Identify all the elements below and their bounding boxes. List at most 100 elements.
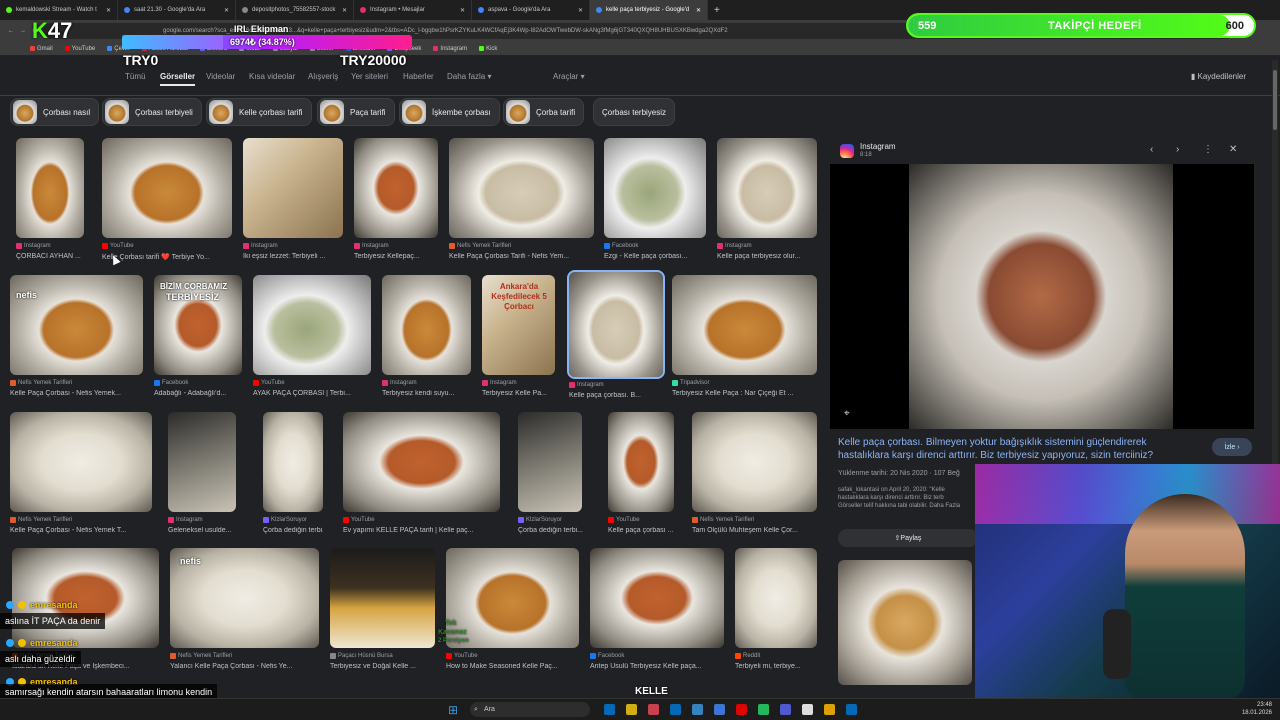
result-thumbnail[interactable] — [590, 548, 724, 648]
back-icon[interactable]: ← — [8, 28, 14, 34]
related-search-chip[interactable]: Çorbası nasıl — [10, 98, 100, 126]
result-thumbnail[interactable] — [354, 138, 438, 238]
tab-close-icon[interactable]: ✕ — [342, 7, 347, 14]
image-result[interactable]: Instagram Terbiyesiz kendi suyu... — [382, 275, 471, 405]
result-thumbnail[interactable] — [672, 275, 817, 375]
result-thumbnail[interactable] — [608, 412, 674, 512]
result-title[interactable]: Antep Usulü Terbiyesiz Kelle paça... — [590, 663, 724, 670]
nav-tab[interactable]: Daha fazla ▾ — [447, 72, 491, 81]
tab-close-icon[interactable]: ✕ — [224, 7, 229, 14]
taskbar-app-icon[interactable] — [626, 704, 637, 715]
result-thumbnail[interactable] — [692, 412, 817, 512]
result-title[interactable]: Adabağlı - Adabağlı'd... — [154, 390, 242, 397]
lens-icon[interactable]: ⌖ — [844, 408, 850, 419]
image-result[interactable]: Reddit Terbiyeli mi, terbiye... — [735, 548, 817, 678]
next-icon[interactable]: › — [1176, 144, 1179, 155]
image-result[interactable]: YouTube Kelle paça çorbası ... — [608, 412, 674, 542]
result-title[interactable]: Yalancı Kelle Paça Çorbası - Nefis Ye... — [170, 663, 339, 670]
scrollbar-thumb[interactable] — [1273, 70, 1277, 130]
result-title[interactable]: Çorba dediğin terbi... — [263, 527, 323, 534]
result-thumbnail[interactable] — [16, 138, 84, 238]
taskbar-app-icon[interactable] — [670, 704, 681, 715]
bookmark-item[interactable]: Gmail — [30, 46, 53, 52]
browser-tab[interactable]: aspava - Google'da Ara ✕ — [472, 0, 590, 20]
result-thumbnail[interactable] — [243, 138, 343, 238]
image-result[interactable]: Nefis Yemek Tarifleri Tam Ölçülü Muhteşem… — [692, 412, 817, 542]
browser-tab[interactable]: Instagram • Mesajlar ✕ — [354, 0, 472, 20]
taskbar-app-icon[interactable] — [714, 704, 725, 715]
image-result[interactable]: YouTube Ev yapımı KELLE PAÇA tarifi | Kel… — [343, 412, 500, 542]
image-result[interactable]: Instagram Terbiyesiz Kellepaç... — [354, 138, 438, 268]
result-title[interactable]: Kelle Paça Çorbası - Nefis Yemek... — [10, 390, 163, 397]
image-result[interactable]: YouTube Kelle Çorbası tarifi ❤️ Terbiye Y… — [102, 138, 232, 268]
nav-tab[interactable]: Videolar — [206, 72, 235, 81]
image-result[interactable]: YouTube How to Make Seasoned Kelle Paç... — [446, 548, 579, 678]
preview-description[interactable]: Kelle paça çorbası. Bilmeyen yoktur bağı… — [838, 436, 1198, 462]
related-search-chip[interactable]: Çorbası terbiyesiz — [593, 98, 676, 126]
nav-tab[interactable]: Kısa videolar — [249, 72, 295, 81]
result-title[interactable]: Terbiyesiz Kellepaç... — [354, 253, 438, 260]
result-title[interactable]: Terbiyesiz Kelle Paça : Nar Çiçeği Et ..… — [672, 390, 817, 397]
result-title[interactable]: Kelle Paça Çorbası - Nefis Yemek T... — [10, 527, 152, 534]
taskbar-app-icon[interactable] — [692, 704, 703, 715]
browser-tab[interactable]: depositphotos_75582557-stock ✕ — [236, 0, 354, 20]
browser-tab[interactable]: kelle paça terbiyesiz - Google'd ✕ — [590, 0, 708, 20]
image-result[interactable]: YouTube AYAK PAÇA ÇORBASI | Terbi... — [253, 275, 371, 405]
related-search-chip[interactable]: Kelle çorbası tarifi — [206, 98, 312, 126]
image-result[interactable]: Nefis Yemek Tarifleri Kelle Paça Çorbası … — [10, 412, 152, 542]
taskbar-app-icon[interactable] — [824, 704, 835, 715]
image-result[interactable]: Nefis Yemek Tarifleri Yalancı Kelle Paça … — [170, 548, 319, 678]
result-thumbnail[interactable] — [10, 412, 152, 512]
related-search-chip[interactable]: Paça tarifi — [317, 98, 395, 126]
result-title[interactable]: Tam Ölçülü Muhteşem Kelle Çor... — [692, 527, 817, 534]
image-result[interactable]: KlzlarSoruyor Çorba dediğin terbi... — [518, 412, 583, 542]
result-title[interactable]: Terbiyesiz Kelle Pa... — [482, 390, 555, 397]
image-result[interactable]: Facebook Ezgi - Kelle paça çorbası... — [604, 138, 706, 268]
result-title[interactable]: Ev yapımı KELLE PAÇA tarifi | Kelle paç.… — [343, 527, 500, 534]
result-title[interactable]: Kelle Çorbası tarifi ❤️ Terbiye Yo... — [102, 253, 252, 261]
previous-icon[interactable]: ‹ — [1150, 144, 1153, 155]
result-thumbnail[interactable] — [604, 138, 706, 238]
browser-tab[interactable]: saat 21.30 - Google'da Ara ✕ — [118, 0, 236, 20]
tab-close-icon[interactable]: ✕ — [696, 7, 701, 14]
bookmark-item[interactable]: Kick — [479, 46, 497, 52]
bookmark-item[interactable]: Instagram — [433, 46, 467, 52]
nav-tab[interactable]: Görseller — [160, 72, 196, 86]
result-thumbnail[interactable] — [263, 412, 323, 512]
image-result[interactable]: Facebook Antep Usulü Terbiyesiz Kelle paç… — [590, 548, 724, 678]
result-title[interactable]: Terbiyesiz kendi suyu... — [382, 390, 471, 397]
system-clock[interactable]: 23:48 18.01.2026 — [1242, 701, 1272, 717]
result-thumbnail[interactable] — [735, 548, 817, 648]
nav-tab[interactable]: Araçlar ▾ — [553, 72, 585, 81]
nav-tab[interactable]: Alışveriş — [308, 72, 338, 81]
nav-tab[interactable]: Yer siteleri — [351, 72, 388, 81]
result-thumbnail[interactable] — [343, 412, 500, 512]
result-thumbnail[interactable] — [518, 412, 582, 512]
result-title[interactable]: Kelle paça terbiyesiz olur... — [717, 253, 817, 260]
result-title[interactable]: AYAK PAÇA ÇORBASI | Terbi... — [253, 390, 371, 397]
image-result[interactable]: Tripadvisor Terbiyesiz Kelle Paça : Nar Ç… — [672, 275, 817, 405]
result-thumbnail[interactable] — [168, 412, 236, 512]
result-thumbnail[interactable] — [330, 548, 435, 648]
result-thumbnail[interactable] — [449, 138, 594, 238]
result-title[interactable]: Kelle paça çorbası ... — [608, 527, 674, 534]
related-search-chip[interactable]: Çorbası terbiyeli — [102, 98, 202, 126]
new-tab-button[interactable]: + — [708, 5, 720, 16]
taskbar-app-icon[interactable] — [802, 704, 813, 715]
result-thumbnail[interactable] — [253, 275, 371, 375]
related-search-chip[interactable]: Çorba tarifi — [503, 98, 585, 126]
result-title[interactable]: How to Make Seasoned Kelle Paç... — [446, 663, 579, 670]
browser-tab[interactable]: kemaldowski Stream - Watch t ✕ — [0, 0, 118, 20]
image-result[interactable]: Instagram ÇORBACI AYHAN ... — [16, 138, 84, 268]
nav-tab[interactable]: Haberler — [403, 72, 434, 81]
forward-icon[interactable]: → — [20, 28, 26, 34]
result-title[interactable]: Ezgi - Kelle paça çorbası... — [604, 253, 706, 260]
preview-source[interactable]: Instagram — [860, 142, 896, 151]
taskbar-search[interactable]: ⌕ Ara — [470, 702, 590, 717]
result-thumbnail[interactable] — [382, 275, 471, 375]
result-title[interactable]: Terbiyesiz ve Doğal Kelle ... — [330, 663, 435, 670]
result-title[interactable]: Terbiyeli mi, terbiye... — [735, 663, 817, 670]
related-thumbnail[interactable] — [838, 560, 972, 685]
related-search-chip[interactable]: İşkembe çorbası — [399, 98, 500, 126]
image-result[interactable]: Instagram Kelle paça çorbası. B... — [567, 270, 665, 407]
